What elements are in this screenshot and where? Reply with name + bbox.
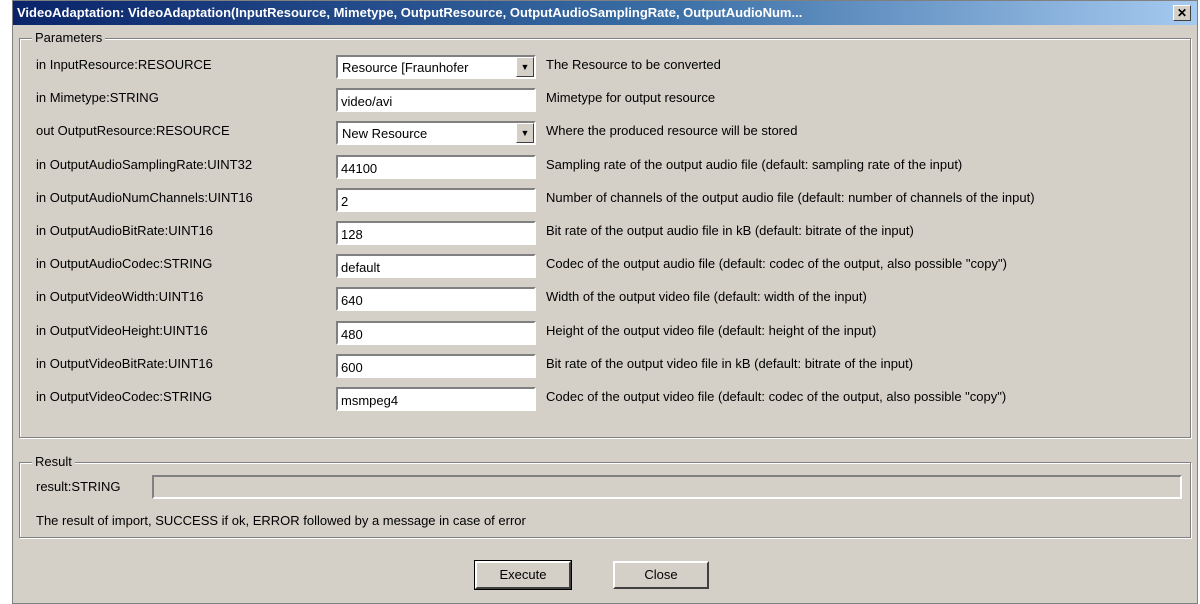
parameter-input[interactable]: [336, 353, 536, 378]
dropdown-value: Resource [Fraunhofer: [342, 60, 469, 75]
parameter-row: out OutputResource:RESOURCE New Resource ▼…: [20, 119, 1190, 149]
result-note: The result of import, SUCCESS if ok, ERR…: [36, 513, 526, 528]
parameter-row: in OutputAudioBitRate:UINT16 Bit rate of …: [20, 219, 1190, 249]
parameter-description: Mimetype for output resource: [546, 90, 716, 106]
parameter-input[interactable]: [336, 221, 536, 245]
window-title: VideoAdaptation: VideoAdaptation(InputRe…: [17, 5, 803, 20]
parameter-description: Where the produced resource will be stor…: [546, 123, 798, 139]
parameter-dropdown[interactable]: New Resource ▼: [336, 121, 536, 146]
parameter-input[interactable]: [336, 254, 536, 279]
parameter-label: in InputResource:RESOURCE: [36, 57, 212, 72]
parameter-label: in OutputVideoCodec:STRING: [36, 389, 213, 404]
parameter-label: in OutputVideoHeight:UINT16: [36, 322, 208, 338]
parameter-label: out OutputResource:RESOURCE: [36, 123, 230, 139]
result-label: result:STRING: [36, 479, 121, 494]
parameter-description: Sampling rate of the output audio file (…: [546, 156, 963, 172]
close-button[interactable]: Close: [613, 561, 709, 589]
parameter-label: in OutputAudioBitRate:UINT16: [36, 223, 214, 238]
parameter-row: in OutputAudioSamplingRate:UINT32 Samplin…: [20, 153, 1190, 183]
parameter-description: The Resource to be converted: [546, 57, 721, 72]
parameter-description: Width of the output video file (default:…: [546, 289, 867, 305]
parameter-label: in OutputAudioCodec:STRING: [36, 256, 213, 272]
parameter-label: in OutputAudioSamplingRate:UINT32: [36, 156, 253, 172]
chevron-down-icon[interactable]: ▼: [516, 123, 534, 144]
parameter-row: in OutputVideoWidth:UINT16 Width of the o…: [20, 285, 1190, 315]
parameter-input[interactable]: [336, 320, 536, 345]
parameter-input[interactable]: [336, 387, 536, 411]
parameter-row: in InputResource:RESOURCE Resource [Fraun…: [20, 53, 1190, 83]
close-icon[interactable]: ✕: [1173, 5, 1191, 21]
parameter-input[interactable]: [336, 287, 536, 312]
result-field[interactable]: [152, 475, 1182, 499]
parameter-input[interactable]: [336, 187, 536, 212]
parameter-description: Codec of the output audio file (default:…: [546, 256, 1007, 272]
parameter-description: Bit rate of the output video file in kB …: [546, 355, 914, 371]
chevron-down-icon[interactable]: ▼: [516, 57, 534, 77]
parameter-label: in Mimetype:STRING: [36, 90, 159, 106]
parameter-label: in OutputAudioNumChannels:UINT16: [36, 189, 253, 205]
parameter-description: Bit rate of the output audio file in kB …: [546, 223, 914, 238]
execute-button[interactable]: Execute: [474, 560, 572, 590]
parameter-row: in OutputVideoBitRate:UINT16 Bit rate of …: [20, 352, 1190, 382]
parameter-row: in OutputAudioNumChannels:UINT16 Number o…: [20, 186, 1190, 216]
parameter-row: in OutputVideoCodec:STRING Codec of the o…: [20, 385, 1190, 415]
parameter-input[interactable]: [336, 154, 536, 179]
video-adaptation-dialog: VideoAdaptation: VideoAdaptation(InputRe…: [12, 0, 1198, 604]
title-bar: VideoAdaptation: VideoAdaptation(InputRe…: [13, 1, 1197, 25]
parameters-legend: Parameters: [32, 30, 106, 45]
parameter-description: Number of channels of the output audio f…: [546, 189, 1035, 205]
parameter-dropdown[interactable]: Resource [Fraunhofer ▼: [336, 55, 536, 79]
parameter-row: in OutputAudioCodec:STRING Codec of the o…: [20, 252, 1190, 282]
parameter-row: in OutputVideoHeight:UINT16 Height of the…: [20, 319, 1190, 349]
parameter-label: in OutputVideoBitRate:UINT16: [36, 355, 213, 371]
result-legend: Result: [32, 454, 75, 469]
parameter-label: in OutputVideoWidth:UINT16: [36, 289, 204, 305]
parameter-input[interactable]: [336, 88, 536, 113]
parameter-description: Height of the output video file (default…: [546, 322, 877, 338]
parameters-group: Parameters in InputResource:RESOURCE Reso…: [19, 30, 1191, 438]
result-group: Result result:STRING The result of impor…: [19, 454, 1191, 538]
parameter-description: Codec of the output video file (default:…: [546, 389, 1007, 404]
dropdown-value: New Resource: [342, 126, 428, 142]
parameter-row: in Mimetype:STRING Mimetype for output re…: [20, 86, 1190, 116]
